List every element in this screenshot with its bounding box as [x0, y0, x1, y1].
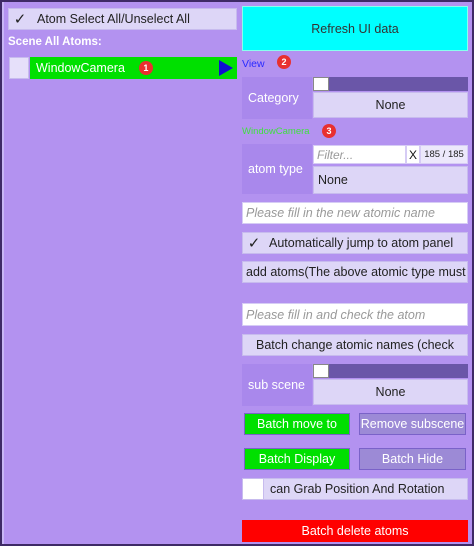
- new-atom-name-input[interactable]: Please fill in the new atomic name: [242, 202, 468, 224]
- atom-type-label: atom type: [242, 144, 312, 194]
- check-atom-input[interactable]: Please fill in and check the atom: [242, 303, 468, 326]
- batch-change-label: Batch change atomic names (check: [255, 338, 455, 352]
- atom-row-checkbox[interactable]: [9, 57, 29, 79]
- batch-change-names-button[interactable]: Batch change atomic names (check: [242, 334, 468, 356]
- category-value: None: [375, 98, 406, 112]
- batch-display-button[interactable]: Batch Display: [244, 448, 350, 470]
- batch-hide-label: Batch Hide: [381, 452, 444, 466]
- add-atoms-label: add atoms(The above atomic type must: [246, 265, 466, 279]
- sub-scene-value: None: [375, 385, 406, 399]
- sub-scene-label: sub scene: [242, 364, 312, 406]
- batch-move-label: Batch move to: [257, 417, 337, 431]
- sub-scene-slider[interactable]: [313, 364, 468, 378]
- grab-checkbox[interactable]: [243, 479, 264, 499]
- grab-label: can Grab Position And Rotation: [270, 482, 445, 496]
- remove-subscene-label: Remove subscene: [360, 417, 465, 431]
- sub-scene-dropdown[interactable]: None: [313, 379, 468, 405]
- remove-subscene-button[interactable]: Remove subscene: [359, 413, 466, 435]
- select-all-toggle[interactable]: ✓ Atom Select All/Unselect All: [8, 8, 237, 30]
- refresh-ui-label: Refresh UI data: [311, 21, 399, 36]
- batch-move-button[interactable]: Batch move to: [244, 413, 350, 435]
- select-all-label: Atom Select All/Unselect All: [37, 12, 190, 26]
- sub-scene-slider-handle[interactable]: [313, 364, 329, 378]
- checkmark-icon: ✓: [247, 235, 261, 252]
- play-triangle-icon[interactable]: [219, 60, 233, 76]
- badge-3: 3: [322, 124, 336, 138]
- atom-type-dropdown[interactable]: None: [313, 166, 468, 194]
- auto-jump-toggle[interactable]: ✓ Automatically jump to atom panel: [242, 232, 468, 254]
- batch-display-label: Batch Display: [258, 452, 336, 466]
- atom-type-filter-input[interactable]: Filter...: [313, 145, 406, 164]
- scene-atoms-heading: Scene All Atoms:: [8, 36, 102, 48]
- category-label: Category: [242, 77, 312, 119]
- badge-2: 2: [277, 55, 291, 69]
- atom-row-name: WindowCamera: [36, 61, 125, 75]
- checkmark-icon: ✓: [13, 11, 27, 28]
- atom-type-count: 185 / 185: [420, 145, 468, 164]
- category-slider-handle[interactable]: [313, 77, 329, 91]
- category-slider[interactable]: [313, 77, 468, 91]
- atom-type-value: None: [318, 173, 348, 187]
- category-dropdown[interactable]: None: [313, 92, 468, 118]
- auto-jump-label: Automatically jump to atom panel: [269, 236, 454, 250]
- refresh-ui-button[interactable]: Refresh UI data: [242, 6, 468, 51]
- main-panel: ✓ Atom Select All/Unselect All Scene All…: [2, 2, 472, 544]
- view-link[interactable]: View: [242, 58, 265, 70]
- batch-hide-button[interactable]: Batch Hide: [359, 448, 466, 470]
- batch-delete-button[interactable]: Batch delete atoms: [242, 520, 468, 542]
- grab-toggle[interactable]: can Grab Position And Rotation: [242, 478, 468, 500]
- atom-row-windowcamera[interactable]: WindowCamera 1: [30, 57, 237, 79]
- batch-delete-label: Batch delete atoms: [301, 524, 409, 538]
- badge-1: 1: [138, 61, 153, 75]
- filter-clear-button[interactable]: X: [406, 145, 420, 164]
- add-atoms-button[interactable]: add atoms(The above atomic type must: [242, 261, 468, 283]
- selected-atom-label: WindowCamera: [242, 126, 310, 137]
